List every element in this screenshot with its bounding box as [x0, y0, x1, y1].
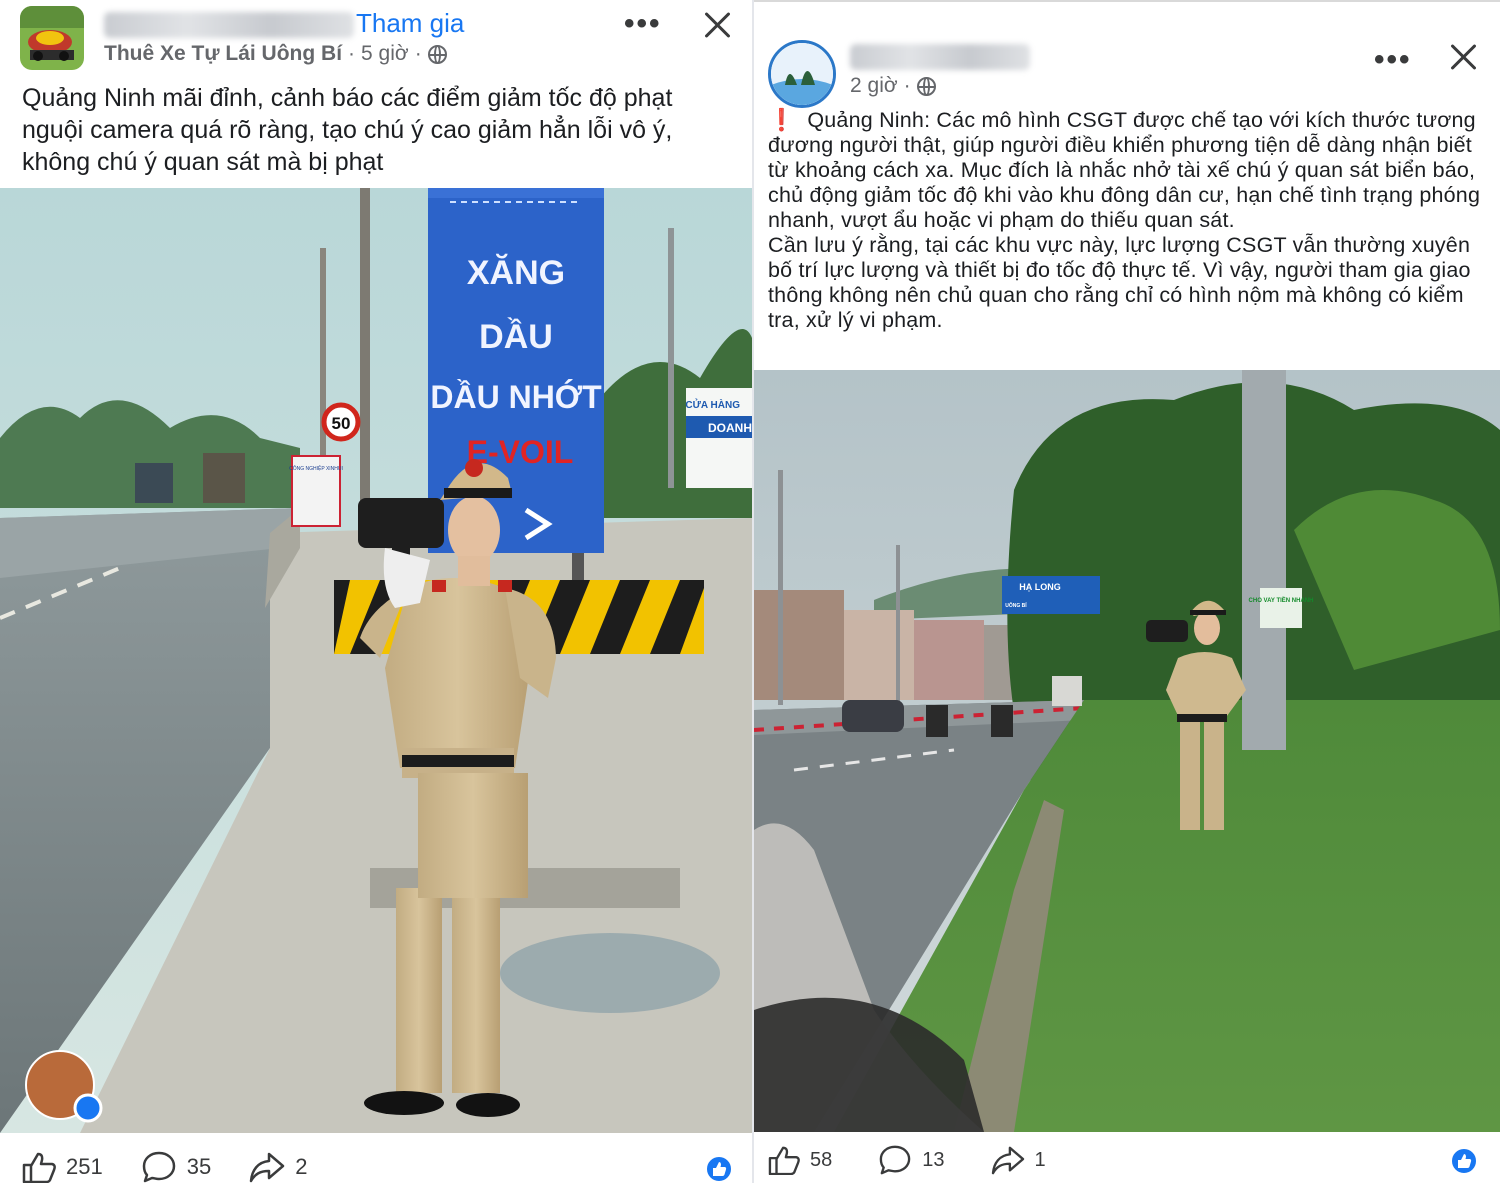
right-post-meta: 2 giờ ·: [850, 74, 936, 98]
globe-icon: [427, 44, 447, 64]
share-count: 1: [1034, 1148, 1046, 1171]
post-body: Quảng Ninh: Các mô hình CSGT được chế tạ…: [768, 108, 1481, 332]
like-button[interactable]: 251: [22, 1151, 103, 1183]
comment-button[interactable]: 13: [878, 1144, 945, 1176]
road-sign-uong-bi: UÔNG BÍ: [1005, 601, 1027, 609]
left-post: Tham gia Thuê Xe Tự Lái Uông Bí · 5 giờ …: [0, 0, 754, 1183]
comment-count: 35: [186, 1154, 212, 1179]
side-sign-mid: DOANH: [708, 421, 752, 435]
share-count: 2: [295, 1154, 308, 1179]
side-sign-top: CỬA HÀNG: [685, 398, 740, 411]
billboard-title: CÔNG NGHIỆP XINHUI: [289, 464, 343, 472]
sign-line-dau: DẦU: [479, 318, 553, 356]
like-count: 58: [810, 1148, 833, 1171]
left-post-meta: Thuê Xe Tự Lái Uông Bí · 5 giờ ·: [104, 42, 447, 66]
meta-dot: ·: [348, 42, 356, 65]
sign-line-dau-nhot: DẦU NHỚT: [430, 379, 602, 415]
right-post: 2 giờ · ••• ❗ Quảng Ninh: Các mô hình CS…: [754, 0, 1500, 1183]
share-arrow-icon: [991, 1146, 1024, 1175]
comment-bubble-icon: [879, 1145, 911, 1175]
like-reaction-icon: [1450, 1147, 1478, 1175]
share-arrow-icon: [249, 1152, 285, 1183]
globe-icon: [916, 76, 936, 96]
like-reaction-icon: [705, 1155, 733, 1183]
right-post-actions: 58 13 1: [768, 1144, 1046, 1176]
thumbs-up-icon: [768, 1146, 800, 1175]
blurred-page-name: [850, 44, 1030, 70]
page-avatar[interactable]: [768, 40, 836, 108]
road-sign-ha-long: HẠ LONG: [1019, 582, 1061, 592]
like-button[interactable]: 58: [768, 1145, 832, 1175]
close-icon[interactable]: [1448, 42, 1478, 72]
share-button[interactable]: 1: [991, 1145, 1046, 1175]
sign-line-xang: XĂNG: [467, 254, 565, 292]
post-time[interactable]: 2 giờ: [850, 74, 898, 98]
meta-dot: ·: [903, 74, 911, 97]
post-photo[interactable]: HẠ LONG UÔNG BÍ CHO VAY TIỀN NHANH: [754, 370, 1500, 1132]
more-options-button[interactable]: •••: [624, 9, 662, 39]
share-button[interactable]: 2: [249, 1151, 307, 1183]
thumbs-up-icon: [22, 1152, 56, 1183]
more-options-button[interactable]: •••: [1374, 45, 1412, 75]
post-text: Quảng Ninh mãi đỉnh, cảnh báo các điểm g…: [22, 84, 673, 176]
traffic-police-mannequin-photo: 50 CÔNG NGHIỆP XINHUI XĂNG DẦU DẦU NHỚT …: [0, 188, 752, 1133]
mannequin-roadside-photo: HẠ LONG UÔNG BÍ CHO VAY TIỀN NHANH: [754, 370, 1500, 1132]
left-post-actions: 251 35 2: [22, 1150, 307, 1183]
group-avatar[interactable]: [20, 6, 84, 70]
warning-icon: ❗: [768, 108, 795, 132]
post-text: ❗ Quảng Ninh: Các mô hình CSGT được chế …: [768, 108, 1493, 333]
like-count: 251: [66, 1154, 103, 1179]
pole-advertisement: CHO VAY TIỀN NHANH: [1249, 597, 1314, 604]
comment-count: 13: [922, 1148, 945, 1171]
close-icon[interactable]: [702, 10, 732, 40]
blurred-author-name: [104, 12, 354, 38]
comment-button[interactable]: 35: [141, 1150, 211, 1183]
meta-dot: ·: [414, 42, 422, 65]
group-name-link[interactable]: Thuê Xe Tự Lái Uông Bí: [104, 42, 342, 66]
speed-limit-sign: 50: [332, 414, 351, 433]
post-photo[interactable]: 50 CÔNG NGHIỆP XINHUI XĂNG DẦU DẦU NHỚT …: [0, 188, 752, 1133]
comment-bubble-icon: [142, 1151, 175, 1183]
post-time[interactable]: 5 giờ: [361, 42, 409, 66]
join-group-link[interactable]: Tham gia: [356, 8, 464, 39]
